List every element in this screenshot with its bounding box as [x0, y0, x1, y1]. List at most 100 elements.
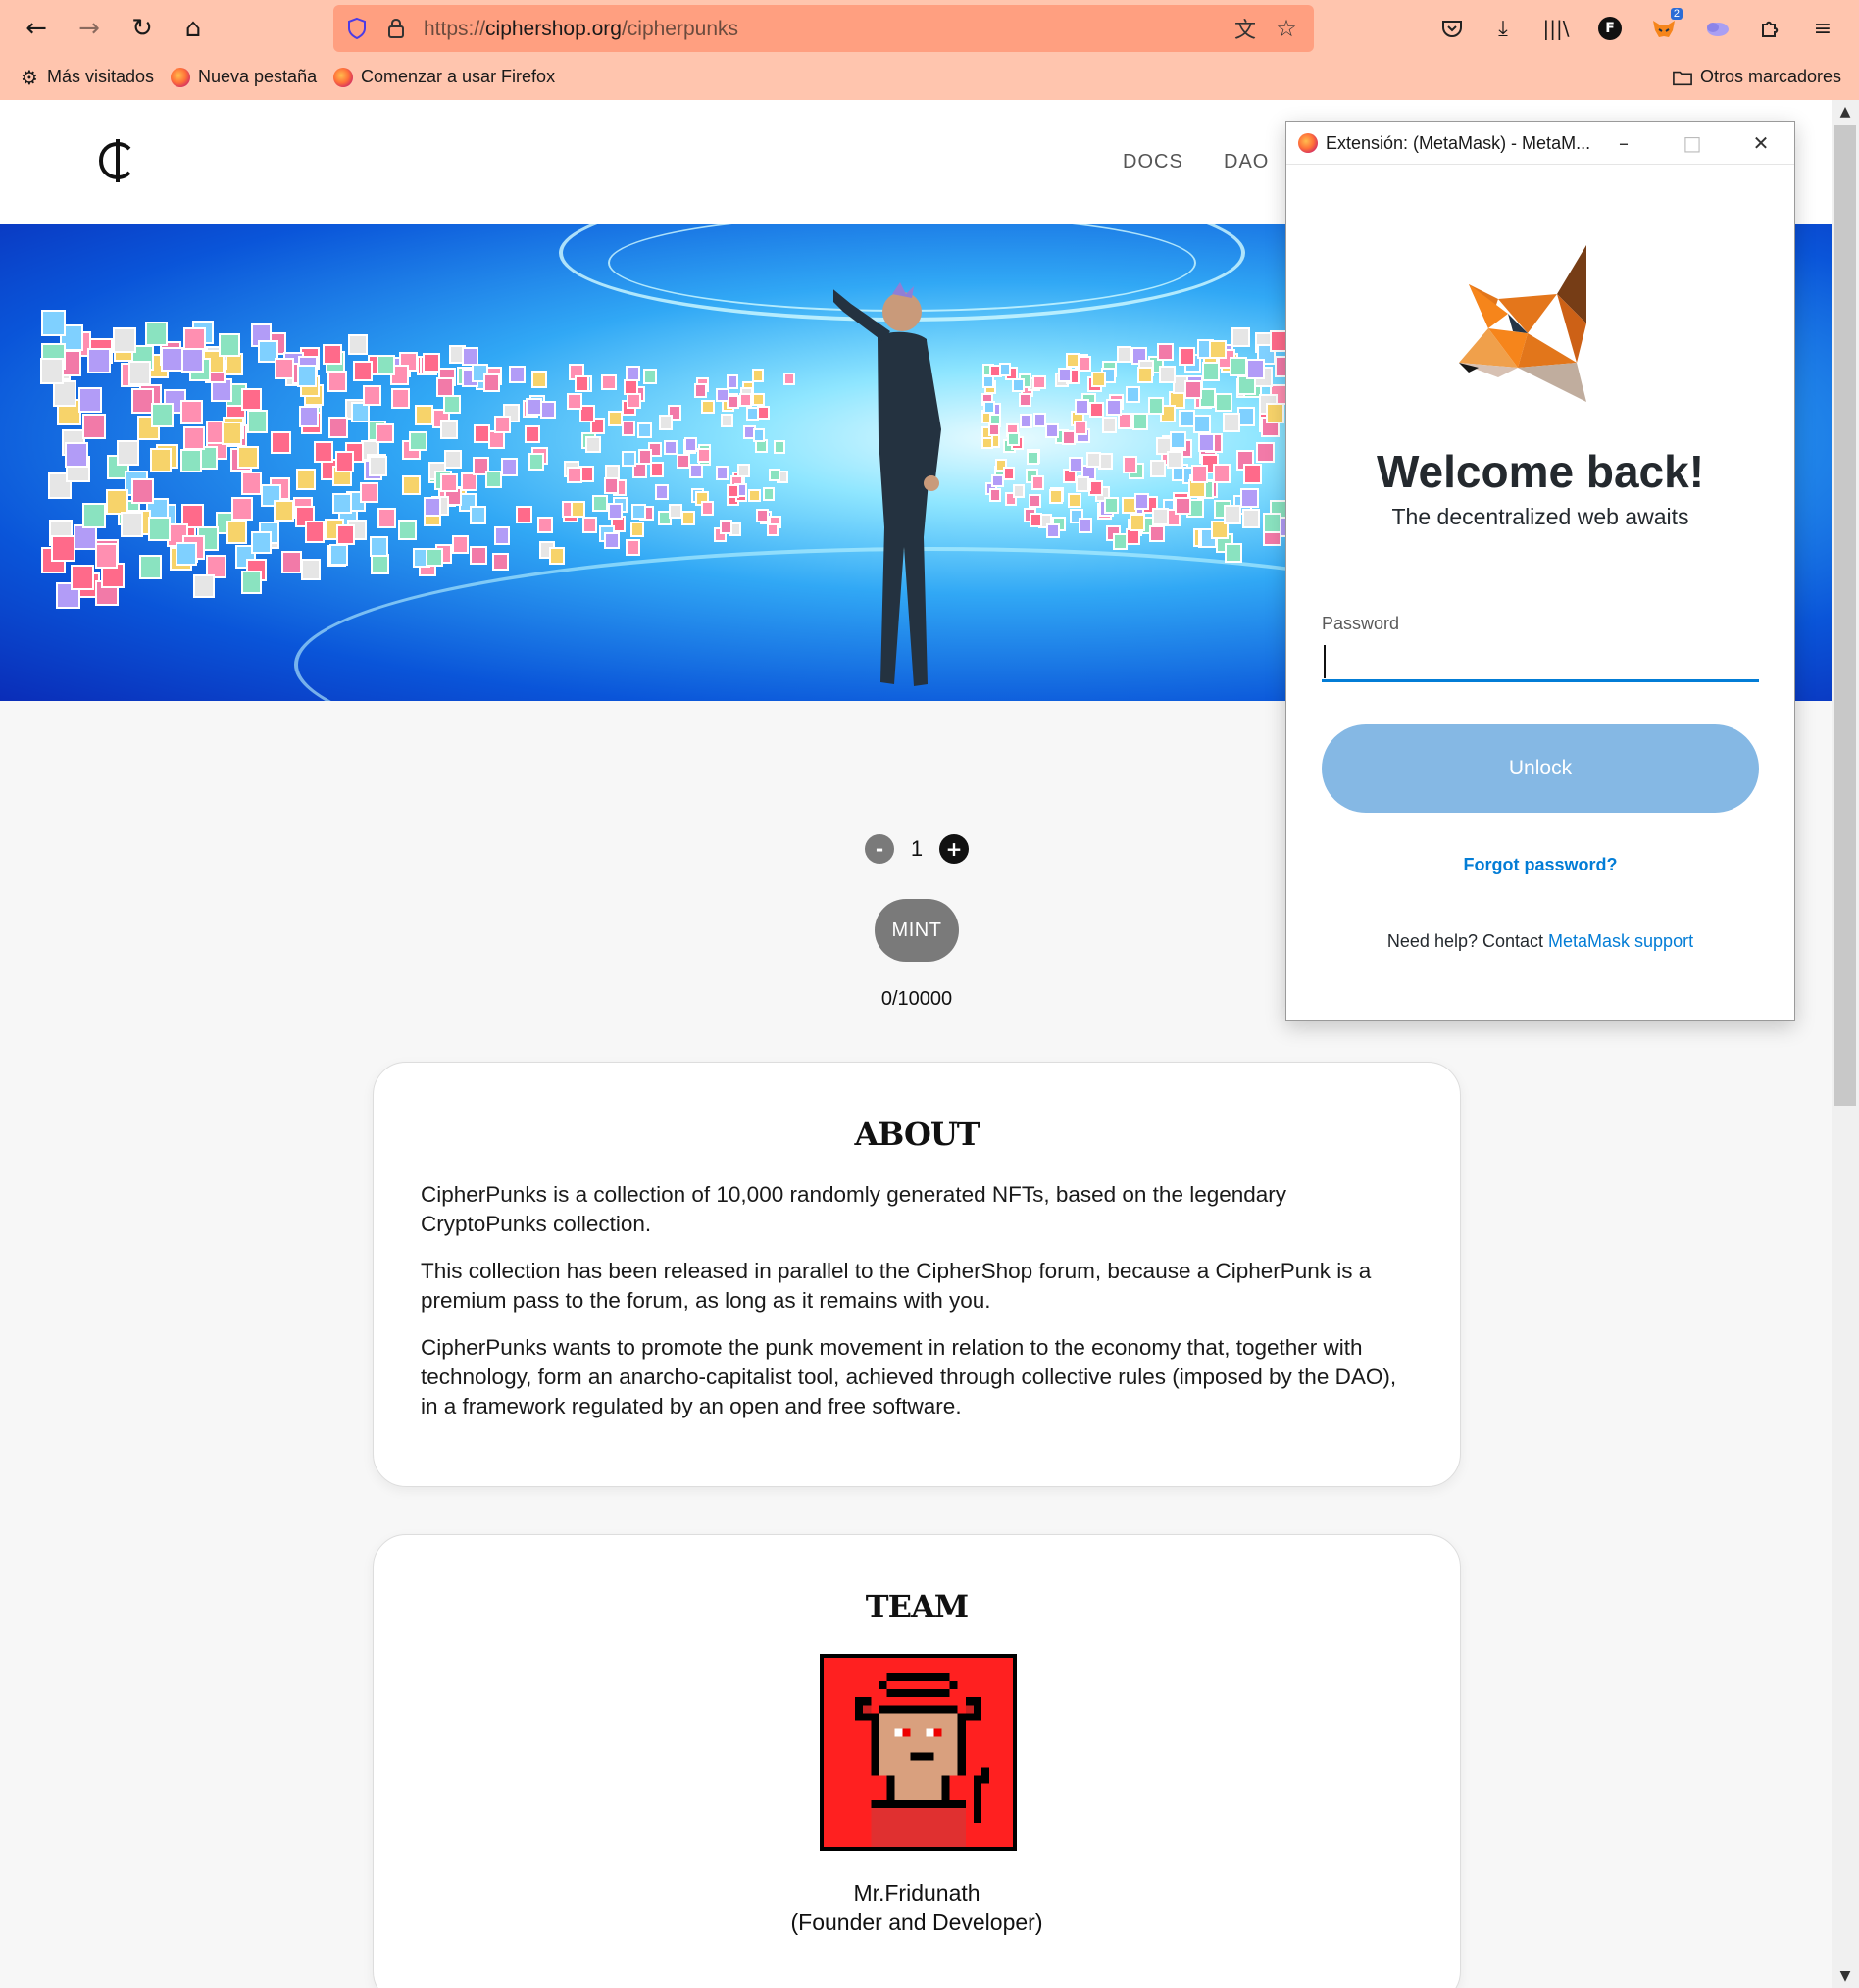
hero-nft-tile [574, 374, 590, 392]
scroll-down-icon[interactable]: ▼ [1837, 1968, 1853, 1984]
page-scrollbar[interactable]: ▲ ▼ [1832, 100, 1859, 1988]
hero-nft-tile [314, 440, 334, 463]
gear-icon: ⚙ [21, 65, 38, 89]
metamask-extension-icon[interactable]: 2 [1647, 8, 1683, 45]
bookmark-nueva-pestana[interactable]: Nueva pestaña [171, 67, 317, 87]
library-icon[interactable]: |||\ [1539, 12, 1573, 45]
reload-icon[interactable]: ↻ [124, 10, 161, 47]
profile-avatar[interactable]: F [1593, 12, 1627, 45]
hero-nft-tile [369, 455, 388, 476]
other-bookmarks[interactable]: Otros marcadores [1673, 67, 1841, 87]
hero-nft-tile [409, 430, 427, 451]
forgot-password-link[interactable]: Forgot password? [1286, 855, 1794, 875]
close-icon[interactable]: ✕ [1741, 127, 1781, 159]
metamask-fox-logo [1459, 245, 1586, 402]
unlock-button[interactable]: Unlock [1322, 724, 1759, 813]
hero-nft-tile [716, 387, 729, 403]
hero-nft-tile [1224, 542, 1242, 564]
hero-nft-tile [473, 423, 490, 443]
hero-nft-tile [1029, 513, 1042, 527]
hero-nft-tile [1197, 432, 1216, 453]
cipher-logo-icon[interactable] [96, 139, 139, 182]
hero-nft-tile [768, 468, 780, 482]
app-menu-icon[interactable]: ≡ [1806, 12, 1839, 45]
extensions-puzzle-icon[interactable] [1753, 12, 1786, 45]
hero-nft-tile [40, 309, 66, 336]
team-member-role: (Founder and Developer) [790, 1910, 1043, 1935]
scroll-up-icon[interactable]: ▲ [1837, 104, 1853, 120]
team-member-avatar [820, 1654, 1017, 1851]
hero-nft-tile [1167, 450, 1184, 470]
increment-button[interactable]: + [939, 834, 969, 864]
hero-nft-tile [991, 473, 1004, 488]
hero-nft-tile [271, 431, 291, 455]
about-paragraph-3: CipherPunks wants to promote the punk mo… [421, 1335, 1397, 1418]
hero-nft-tile [603, 477, 619, 494]
hero-nft-tile [540, 400, 557, 419]
hero-nft-tile [348, 334, 368, 356]
hero-nft-tile [631, 504, 646, 521]
hero-nft-tile [1075, 476, 1090, 493]
hero-nft-tile [362, 384, 382, 406]
lock-icon[interactable] [382, 15, 410, 42]
hero-nft-tile [442, 394, 461, 415]
minimize-icon[interactable]: – [1604, 127, 1643, 159]
hero-nft-tile [492, 552, 510, 572]
bookmark-comenzar-firefox[interactable]: Comenzar a usar Firefox [333, 67, 555, 87]
hero-nft-tile [297, 365, 318, 387]
forward-icon[interactable]: → [71, 10, 108, 47]
hero-nft-tile [567, 393, 583, 411]
hero-nft-tile [39, 357, 65, 385]
hero-nft-tile [1223, 413, 1241, 433]
bookmark-label: Nueva pestaña [198, 67, 318, 86]
hero-nft-tile [1019, 414, 1032, 428]
hero-nft-tile [1184, 380, 1202, 400]
hero-nft-tile [182, 425, 206, 451]
hero-nft-tile [219, 333, 240, 358]
hero-nft-tile [301, 558, 322, 581]
hero-nft-tile [1190, 464, 1209, 483]
mint-button[interactable]: MINT [875, 899, 959, 962]
help-text: Need help? Contact MetaMask support [1286, 931, 1794, 952]
firefox-icon [171, 67, 190, 87]
bookmark-star-icon[interactable]: ☆ [1273, 15, 1300, 42]
hero-nft-tile [1116, 346, 1132, 364]
hero-nft-tile [493, 525, 511, 545]
extension-cloud-icon[interactable] [1700, 12, 1733, 45]
hero-nft-tile [1201, 362, 1220, 381]
hero-nft-tile [1215, 392, 1233, 413]
popup-titlebar[interactable]: Extensión: (MetaMask) - MetaM... – □ ✕ [1286, 122, 1794, 165]
url-text[interactable]: https://ciphershop.org/cipherpunks [424, 18, 738, 41]
welcome-subtitle: The decentralized web awaits [1391, 504, 1689, 529]
back-icon[interactable]: ← [18, 10, 55, 47]
hero-nft-tile [509, 365, 526, 383]
nav-dao[interactable]: DAO [1224, 151, 1269, 174]
metamask-support-link[interactable]: MetaMask support [1548, 931, 1693, 951]
hero-nft-tile [1048, 489, 1063, 505]
hero-nft-tile [1245, 358, 1265, 379]
address-bar[interactable]: https://ciphershop.org/cipherpunks 文 ☆ [333, 5, 1314, 52]
home-icon[interactable]: ⌂ [175, 10, 212, 47]
decrement-button[interactable]: - [865, 834, 894, 864]
hero-nft-tile [528, 452, 544, 471]
metamask-popup-window: Extensión: (MetaMask) - MetaM... – □ ✕ W… [1285, 121, 1795, 1021]
hero-nft-tile [64, 441, 88, 469]
password-field[interactable] [1322, 637, 1759, 682]
translate-icon[interactable]: 文 [1231, 15, 1259, 43]
hero-nft-tile [1069, 457, 1083, 472]
nav-docs[interactable]: DOCS [1123, 151, 1183, 174]
hero-nft-tile [530, 371, 548, 389]
maximize-icon[interactable]: □ [1673, 127, 1712, 159]
pocket-icon[interactable] [1435, 12, 1469, 45]
bookmark-mas-visitados[interactable]: ⚙ Más visitados [20, 65, 154, 89]
hero-nft-tile [548, 546, 565, 565]
hero-nft-tile [1223, 504, 1241, 524]
hero-nft-tile [221, 422, 243, 445]
hero-nft-tile [664, 440, 678, 456]
scroll-thumb[interactable] [1834, 125, 1856, 1106]
hero-nft-tile [353, 361, 373, 382]
hero-nft-tile [585, 435, 601, 453]
tracking-shield-icon[interactable] [343, 15, 371, 42]
downloads-icon[interactable]: ⤓ [1486, 12, 1520, 45]
hero-nft-tile [241, 571, 263, 594]
